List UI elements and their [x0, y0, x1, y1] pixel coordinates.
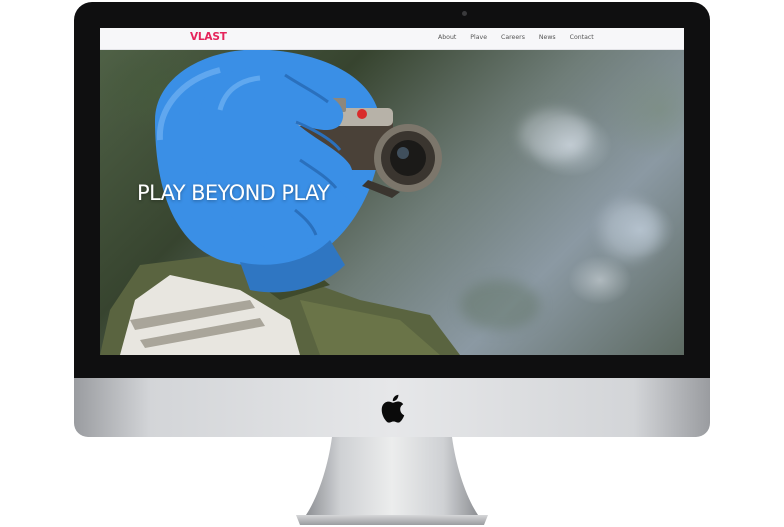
hero-headline: PLAY BEYOND PLAY: [137, 181, 330, 205]
nav-item-plave[interactable]: Plave: [470, 34, 487, 41]
nav-item-contact[interactable]: Contact: [570, 34, 594, 41]
apple-logo-icon: [381, 394, 405, 423]
site-nav: About Plave Careers News Contact: [438, 34, 608, 41]
hero-banner: PLAY BEYOND PLAY: [100, 50, 684, 355]
monitor-stand: [296, 437, 488, 525]
nav-item-about[interactable]: About: [438, 34, 456, 41]
site-logo[interactable]: VLAST: [190, 31, 227, 43]
screen: VLAST About Plave Careers News Contact P…: [100, 28, 684, 355]
nav-item-news[interactable]: News: [539, 34, 556, 41]
site-navbar: VLAST About Plave Careers News Contact: [100, 28, 684, 50]
nav-item-careers[interactable]: Careers: [501, 34, 525, 41]
webcam-dot-icon: [462, 11, 467, 16]
